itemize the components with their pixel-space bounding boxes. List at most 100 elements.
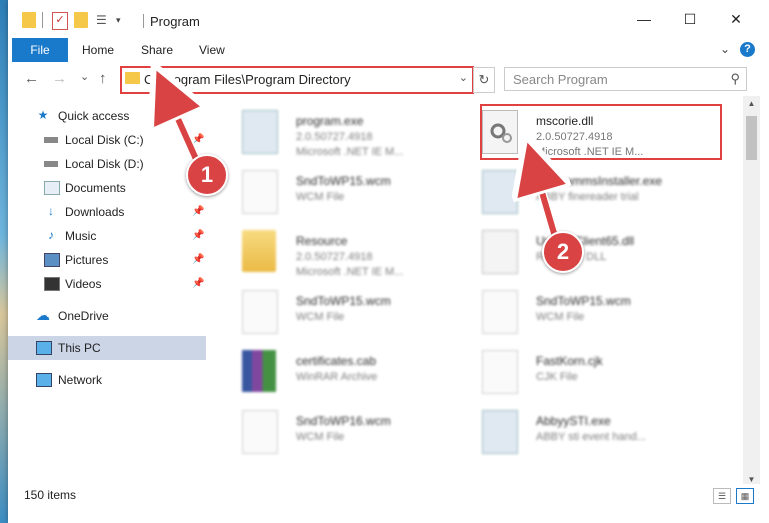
- file-item[interactable]: program.exe 2.0.50727.4918 Microsoft .NE…: [236, 104, 476, 162]
- scroll-thumb[interactable]: [746, 116, 757, 160]
- document-icon: [482, 350, 518, 394]
- help-icon[interactable]: ?: [740, 42, 755, 57]
- pin-icon[interactable]: 📌: [192, 230, 204, 241]
- tab-home[interactable]: Home: [82, 38, 114, 62]
- sidebar-item-quick-access[interactable]: ★ Quick access: [8, 104, 206, 128]
- file-item[interactable]: UpdateClient65.dll Resource DLL: [476, 224, 716, 282]
- file-detail: WCM File: [296, 311, 345, 323]
- file-name: certificates.cab: [296, 354, 377, 368]
- back-button[interactable]: ←: [24, 70, 39, 87]
- sidebar-item-label: Pictures: [65, 253, 109, 267]
- tab-view[interactable]: View: [199, 38, 225, 62]
- forward-button[interactable]: →: [52, 70, 67, 87]
- customize-toolbar-icon[interactable]: ▾: [116, 12, 126, 28]
- file-detail: Microsoft .NET IE M...: [296, 146, 404, 158]
- file-item[interactable]: certificates.cab WinRAR Archive: [236, 344, 476, 402]
- view-icon[interactable]: ☰: [96, 12, 110, 28]
- file-item[interactable]: SndToWP15.wcm WCM File: [236, 284, 476, 342]
- sidebar-item-label: Documents: [65, 181, 126, 195]
- videos-icon: [44, 277, 60, 291]
- close-button[interactable]: ✕: [714, 6, 758, 32]
- tab-file[interactable]: File: [12, 38, 68, 62]
- sidebar-item-music[interactable]: ♪ Music 📌: [8, 224, 206, 248]
- cloud-icon: ☁: [36, 307, 50, 323]
- scroll-up-icon[interactable]: ▲: [743, 96, 760, 112]
- pin-icon[interactable]: 📌: [192, 206, 204, 217]
- recent-locations-button[interactable]: ⌄: [80, 70, 89, 83]
- pin-icon[interactable]: 📌: [192, 134, 204, 145]
- maximize-button[interactable]: ☐: [668, 6, 712, 32]
- explorer-window: ✓ ☰ ▾ Program — ☐ ✕ File Home Share View…: [8, 0, 769, 523]
- sidebar-item-onedrive[interactable]: ☁ OneDrive: [8, 304, 206, 328]
- file-name: SndToWP15.wcm: [296, 174, 391, 188]
- tab-share[interactable]: Share: [141, 38, 173, 62]
- details-view-icon[interactable]: ☰: [713, 488, 731, 504]
- exe-file-icon: [242, 110, 278, 154]
- network-icon: [36, 373, 52, 387]
- minimize-button[interactable]: —: [622, 6, 666, 32]
- chevron-down-icon[interactable]: ⌄: [459, 71, 468, 84]
- divider: [143, 14, 144, 28]
- selected-file-highlight: [480, 104, 722, 160]
- sidebar-item-downloads[interactable]: ↓ Downloads 📌: [8, 200, 206, 224]
- file-detail: ABBY sti event hand...: [536, 431, 646, 443]
- search-icon[interactable]: ⚲: [730, 71, 740, 87]
- file-name: Resource: [296, 234, 348, 248]
- drive-icon: [44, 137, 58, 143]
- file-item[interactable]: SndToWP15.wcm WCM File: [236, 164, 476, 222]
- up-button[interactable]: ↑: [99, 70, 107, 87]
- file-item[interactable]: SndToWP15.wcm WCM File: [476, 284, 716, 342]
- file-item[interactable]: AbbyySTI.exe ABBY sti event hand...: [476, 404, 716, 462]
- sidebar-item-label: This PC: [58, 341, 101, 355]
- star-icon: ★: [37, 108, 49, 122]
- sidebar-item-local-disk-c[interactable]: Local Disk (C:) 📌: [8, 128, 206, 152]
- navigation-pane: ★ Quick access Local Disk (C:) 📌 Local D…: [8, 96, 206, 476]
- file-name: SndToWP15.wcm: [536, 294, 631, 308]
- pin-icon[interactable]: 📌: [192, 278, 204, 289]
- music-icon: ♪: [48, 228, 54, 242]
- search-input[interactable]: Search Program ⚲: [504, 67, 747, 91]
- item-count: 150 items: [24, 488, 77, 502]
- sidebar-item-pictures[interactable]: Pictures 📌: [8, 248, 206, 272]
- file-detail: CJK File: [536, 371, 578, 383]
- file-item[interactable]: ProgrammsInstaller.exe ABBY finereader t…: [476, 164, 716, 222]
- file-detail: WCM File: [296, 191, 345, 203]
- vertical-scrollbar[interactable]: ▲ ▼: [743, 96, 760, 488]
- file-detail: WCM File: [296, 431, 345, 443]
- download-icon: ↓: [48, 204, 54, 218]
- file-item[interactable]: SndToWP16.wcm WCM File: [236, 404, 476, 462]
- large-icons-view-icon[interactable]: ▦: [736, 488, 754, 504]
- file-name: SndToWP16.wcm: [296, 414, 391, 428]
- pictures-icon: [44, 253, 60, 267]
- file-detail: WCM File: [536, 311, 585, 323]
- computer-icon: [36, 341, 52, 355]
- address-bar[interactable]: C:\Program Files\Program Directory ⌄: [120, 66, 474, 94]
- address-row: ← → ⌄ ↑ C:\Program Files\Program Directo…: [8, 62, 769, 96]
- pin-icon[interactable]: 📌: [192, 254, 204, 265]
- refresh-button[interactable]: ↻: [473, 67, 495, 93]
- new-folder-icon[interactable]: [74, 12, 88, 28]
- sidebar-item-this-pc[interactable]: This PC: [8, 336, 206, 360]
- folder-icon: [242, 230, 276, 272]
- document-icon: [242, 410, 278, 454]
- file-name: program.exe: [296, 114, 364, 128]
- file-detail: 2.0.50727.4918: [296, 131, 373, 143]
- search-placeholder: Search Program: [513, 72, 608, 87]
- sidebar-item-documents[interactable]: Documents 📌: [8, 176, 206, 200]
- file-detail: ABBY finereader trial: [536, 191, 639, 203]
- callout-1: 1: [186, 154, 228, 196]
- file-item[interactable]: Resource 2.0.50727.4918 Microsoft .NET I…: [236, 224, 476, 282]
- file-item[interactable]: FastKorn.cjk CJK File: [476, 344, 716, 402]
- sidebar-item-videos[interactable]: Videos 📌: [8, 272, 206, 296]
- sidebar-item-network[interactable]: Network: [8, 368, 206, 392]
- expand-ribbon-icon[interactable]: ⌄: [720, 42, 730, 56]
- divider: [42, 12, 43, 28]
- file-detail: 2.0.50727.4918: [296, 251, 373, 263]
- address-path[interactable]: C:\Program Files\Program Directory: [144, 72, 351, 87]
- folder-icon: [125, 72, 140, 84]
- sidebar-item-label: Quick access: [58, 109, 130, 123]
- document-icon: [482, 290, 518, 334]
- sidebar-item-local-disk-d[interactable]: Local Disk (D:) 📌: [8, 152, 206, 176]
- properties-icon[interactable]: ✓: [52, 12, 68, 30]
- exe-file-icon: [482, 170, 518, 214]
